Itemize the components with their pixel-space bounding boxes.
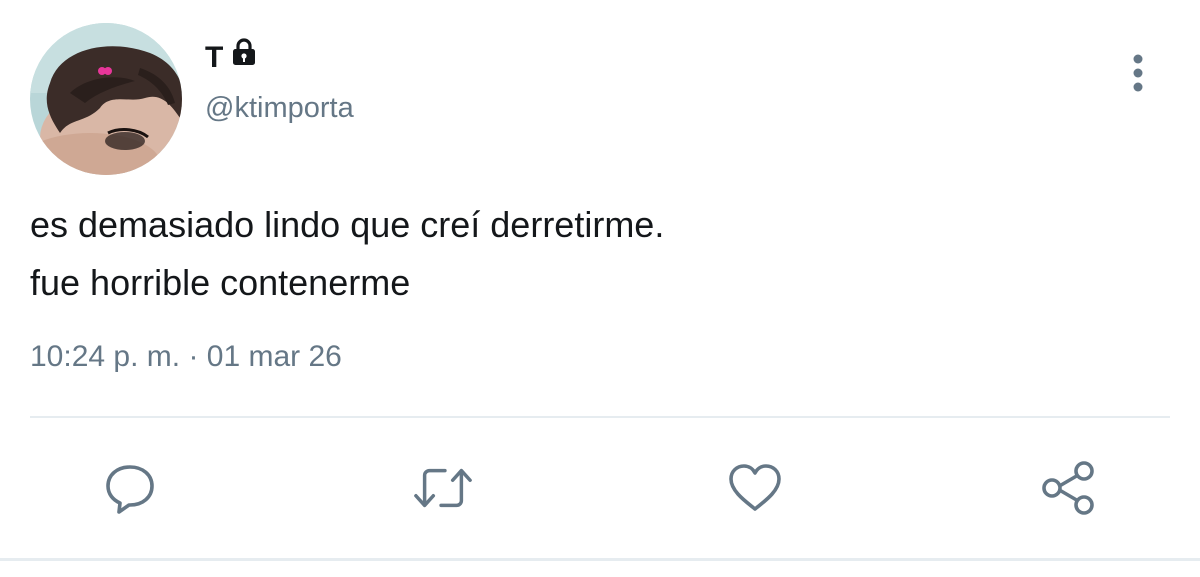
share-icon [1042, 461, 1094, 515]
comment-icon [106, 465, 154, 514]
tweet-text: es demasiado lindo que creí derretirme. … [30, 196, 1150, 312]
profile-photo [30, 23, 182, 175]
bottom-divider [0, 558, 1200, 561]
heart-icon [729, 464, 781, 511]
avatar[interactable] [30, 23, 182, 175]
reply-button[interactable] [100, 458, 160, 518]
tweet-timestamp: 10:24 p. m. · 01 mar 26 [30, 340, 342, 374]
more-options-button[interactable] [1118, 50, 1158, 96]
display-name[interactable]: T [205, 37, 259, 76]
retweet-button[interactable] [413, 458, 473, 518]
divider [30, 416, 1170, 418]
display-name-text: T [205, 41, 224, 74]
tweet-text-line: fue horrible contenerme [30, 262, 411, 303]
tweet-time: 10:24 p. m. [30, 340, 181, 373]
more-vertical-icon [1133, 54, 1143, 92]
tweet-date: 01 mar 26 [206, 340, 342, 373]
lock-icon [229, 37, 259, 72]
tweet-card: T @ktimporta es demasiado lindo que creí… [0, 0, 1200, 577]
tweet-text-line: es demasiado lindo que creí derretirme. [30, 204, 665, 245]
share-button[interactable] [1038, 458, 1098, 518]
user-handle[interactable]: @ktimporta [205, 92, 354, 125]
retweet-icon [414, 468, 472, 508]
meta-separator: · [188, 340, 199, 373]
like-button[interactable] [725, 458, 785, 518]
